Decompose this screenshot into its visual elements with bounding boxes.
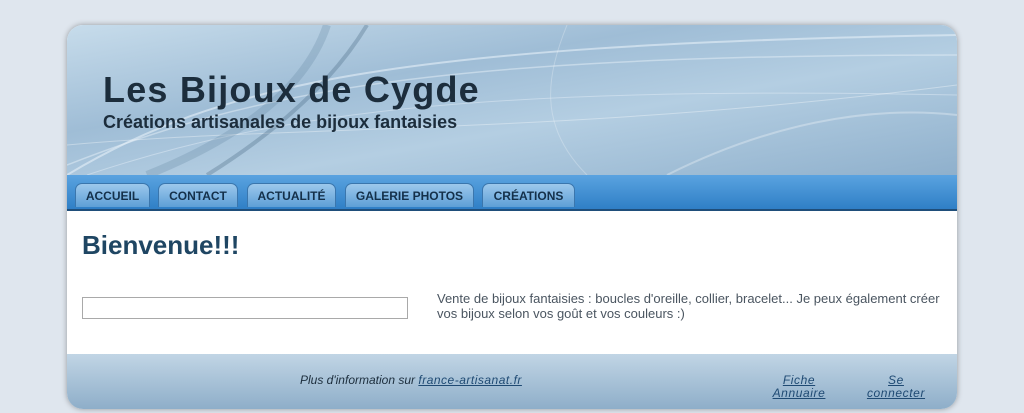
welcome-heading: Bienvenue!!!: [82, 230, 240, 260]
site-footer: Plus d'information sur france-artisanat.…: [67, 354, 957, 409]
nav-tab-galerie-photos[interactable]: GALERIE PHOTOS: [345, 183, 474, 207]
fiche-annuaire-line1: Fiche: [782, 373, 816, 387]
site-subtitle: Créations artisanales de bijoux fantaisi…: [103, 112, 458, 132]
nav-tab-creations[interactable]: CRÉATIONS: [482, 183, 575, 207]
se-connecter-line1: Se: [888, 373, 904, 387]
image-placeholder: [82, 297, 408, 319]
main-content: Bienvenue!!! Vente de bijoux fantaisies …: [67, 211, 957, 354]
se-connecter-link[interactable]: Se connecter: [862, 374, 930, 400]
france-artisanat-link[interactable]: france-artisanat.fr: [418, 373, 522, 387]
se-connecter-line2: connecter: [866, 386, 926, 400]
footer-info: Plus d'information sur france-artisanat.…: [300, 373, 522, 387]
main-navigation: ACCUEIL CONTACT ACTUALITÉ GALERIE PHOTOS…: [67, 175, 957, 211]
nav-tab-accueil[interactable]: ACCUEIL: [75, 183, 150, 207]
footer-info-prefix: Plus d'information sur: [300, 373, 416, 387]
nav-tab-contact[interactable]: CONTACT: [158, 183, 238, 207]
fiche-annuaire-line2: Annuaire: [772, 386, 826, 400]
site-header: Les Bijoux de Cygde Créations artisanale…: [67, 25, 957, 175]
nav-tab-actualite[interactable]: ACTUALITÉ: [247, 183, 336, 207]
description-text: Vente de bijoux fantaisies : boucles d'o…: [437, 291, 940, 321]
page-container: Les Bijoux de Cygde Créations artisanale…: [67, 25, 957, 409]
fiche-annuaire-link[interactable]: Fiche Annuaire: [767, 374, 831, 400]
site-title: Les Bijoux de Cygde: [103, 69, 480, 110]
